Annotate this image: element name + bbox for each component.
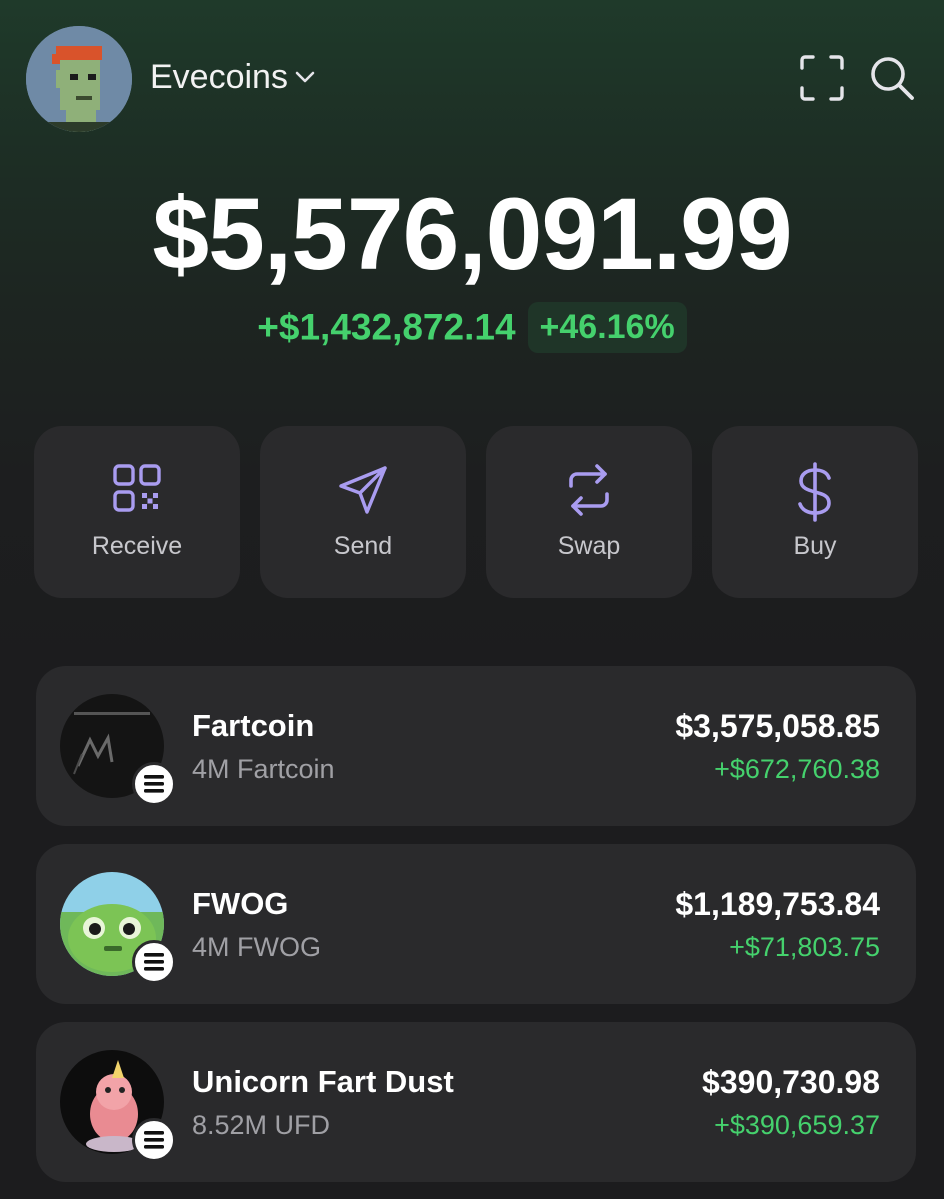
total-balance: $5,576,091.99 — [152, 177, 792, 291]
token-change: +$672,760.38 — [714, 754, 880, 784]
buy-button[interactable]: Buy — [712, 426, 918, 598]
account-switcher[interactable]: Evecoins — [150, 58, 316, 97]
token-name: FWOG — [192, 886, 289, 921]
action-buttons: Receive Send Swap Buy — [34, 426, 918, 598]
solana-chain-badge — [132, 762, 176, 806]
solana-icon — [144, 953, 164, 971]
token-value: $3,575,058.85 — [675, 708, 880, 744]
qr-code-icon — [113, 464, 161, 512]
header: Evecoins — [26, 26, 918, 132]
balance-change-amount: +$1,432,872.14 — [257, 306, 516, 348]
swap-button[interactable]: Swap — [486, 426, 692, 598]
balance-change: +$1,432,872.14 +46.16% — [0, 302, 944, 353]
scan-button[interactable] — [796, 52, 848, 104]
solana-icon — [144, 1131, 164, 1149]
send-icon — [339, 466, 387, 514]
solana-icon — [144, 775, 164, 793]
token-quantity: 8.52M UFD — [192, 1110, 331, 1140]
token-value: $1,189,753.84 — [675, 886, 880, 922]
search-icon — [871, 57, 914, 100]
token-value: $390,730.98 — [702, 1064, 880, 1100]
token-row-unicorn-fart-dust[interactable]: Unicorn Fart Dust 8.52M UFD $390,730.98 … — [36, 1022, 916, 1182]
pixel-punk-avatar-icon — [26, 26, 132, 132]
token-row-fwog[interactable]: FWOG 4M FWOG $1,189,753.84 +$71,803.75 — [36, 844, 916, 1004]
account-avatar[interactable] — [26, 26, 132, 132]
token-name: Unicorn Fart Dust — [192, 1064, 454, 1099]
token-change: +$390,659.37 — [714, 1110, 880, 1140]
solana-chain-badge — [132, 940, 176, 984]
receive-label: Receive — [91, 532, 183, 560]
token-quantity: 4M Fartcoin — [192, 754, 335, 784]
dollar-icon — [798, 462, 831, 522]
wallet-screen: Evecoins $5,576,091.99 +$1,432,872.14 +46… — [0, 0, 944, 1199]
buy-label: Buy — [793, 532, 837, 560]
solana-chain-badge — [132, 1118, 176, 1162]
search-button[interactable] — [866, 52, 918, 104]
receive-button[interactable]: Receive — [34, 426, 240, 598]
send-label: Send — [333, 532, 393, 560]
token-change: +$71,803.75 — [729, 932, 880, 962]
token-quantity: 4M FWOG — [192, 932, 321, 962]
swap-icon — [569, 464, 609, 516]
account-name: Evecoins — [150, 58, 288, 96]
token-row-fartcoin[interactable]: Fartcoin 4M Fartcoin $3,575,058.85 +$672… — [36, 666, 916, 826]
send-button[interactable]: Send — [260, 426, 466, 598]
balance-change-percent-badge: +46.16% — [527, 302, 687, 353]
chevron-down-icon — [295, 71, 315, 83]
scan-icon — [800, 55, 844, 101]
swap-label: Swap — [557, 532, 621, 560]
token-name: Fartcoin — [192, 708, 315, 743]
